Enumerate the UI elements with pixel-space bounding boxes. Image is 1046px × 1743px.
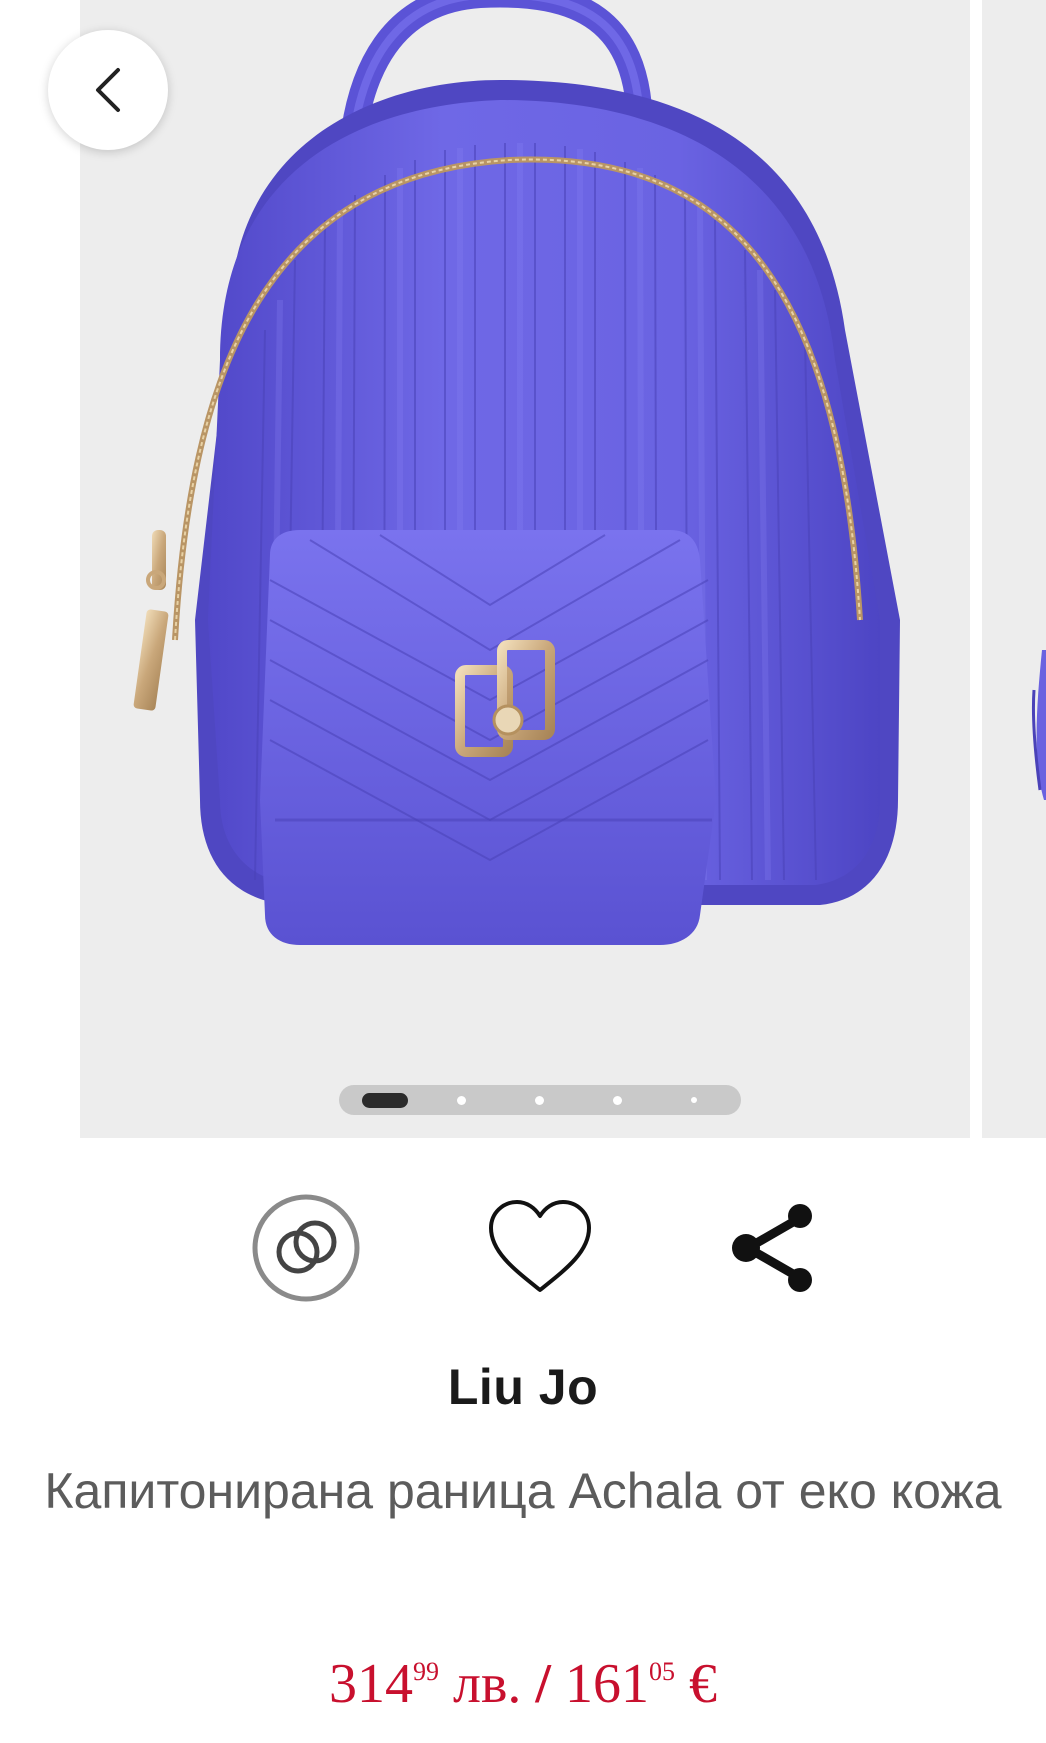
back-button[interactable] bbox=[48, 30, 168, 150]
product-price: 31499 лв. / 16105 € bbox=[0, 1652, 1046, 1716]
gallery-pagination bbox=[339, 1085, 741, 1115]
pager-dot-4[interactable] bbox=[613, 1096, 622, 1105]
chevron-left-icon bbox=[96, 68, 120, 112]
share-icon bbox=[732, 1204, 812, 1292]
price-eur-currency: € bbox=[688, 1653, 717, 1715]
product-title: Капитонирана раница Achala от еко кожа bbox=[44, 1463, 1002, 1519]
share-button[interactable] bbox=[714, 1188, 834, 1308]
price-separator: / bbox=[535, 1653, 551, 1715]
heart-outline-icon bbox=[489, 1200, 591, 1292]
compare-button[interactable] bbox=[246, 1188, 366, 1308]
product-image-next-peek[interactable] bbox=[982, 0, 1046, 1138]
price-eur-whole: 161 bbox=[564, 1653, 649, 1715]
pager-dot-3[interactable] bbox=[535, 1096, 544, 1105]
price-bgn-currency: лв. bbox=[453, 1653, 522, 1715]
pager-dot-1[interactable] bbox=[362, 1093, 408, 1108]
price-eur-cents: 05 bbox=[648, 1657, 675, 1686]
compare-rings-icon bbox=[252, 1194, 360, 1302]
product-image-gallery[interactable] bbox=[0, 0, 1046, 1140]
product-image-main[interactable] bbox=[80, 0, 970, 1138]
favorite-button[interactable] bbox=[480, 1188, 600, 1308]
pager-dot-5[interactable] bbox=[691, 1097, 697, 1103]
pager-dot-2[interactable] bbox=[457, 1096, 466, 1105]
brand-name[interactable]: Liu Jo bbox=[0, 1358, 1046, 1416]
price-bgn-whole: 314 bbox=[329, 1653, 414, 1715]
backpack-illustration bbox=[133, 0, 900, 945]
price-bgn-cents: 99 bbox=[413, 1657, 440, 1686]
